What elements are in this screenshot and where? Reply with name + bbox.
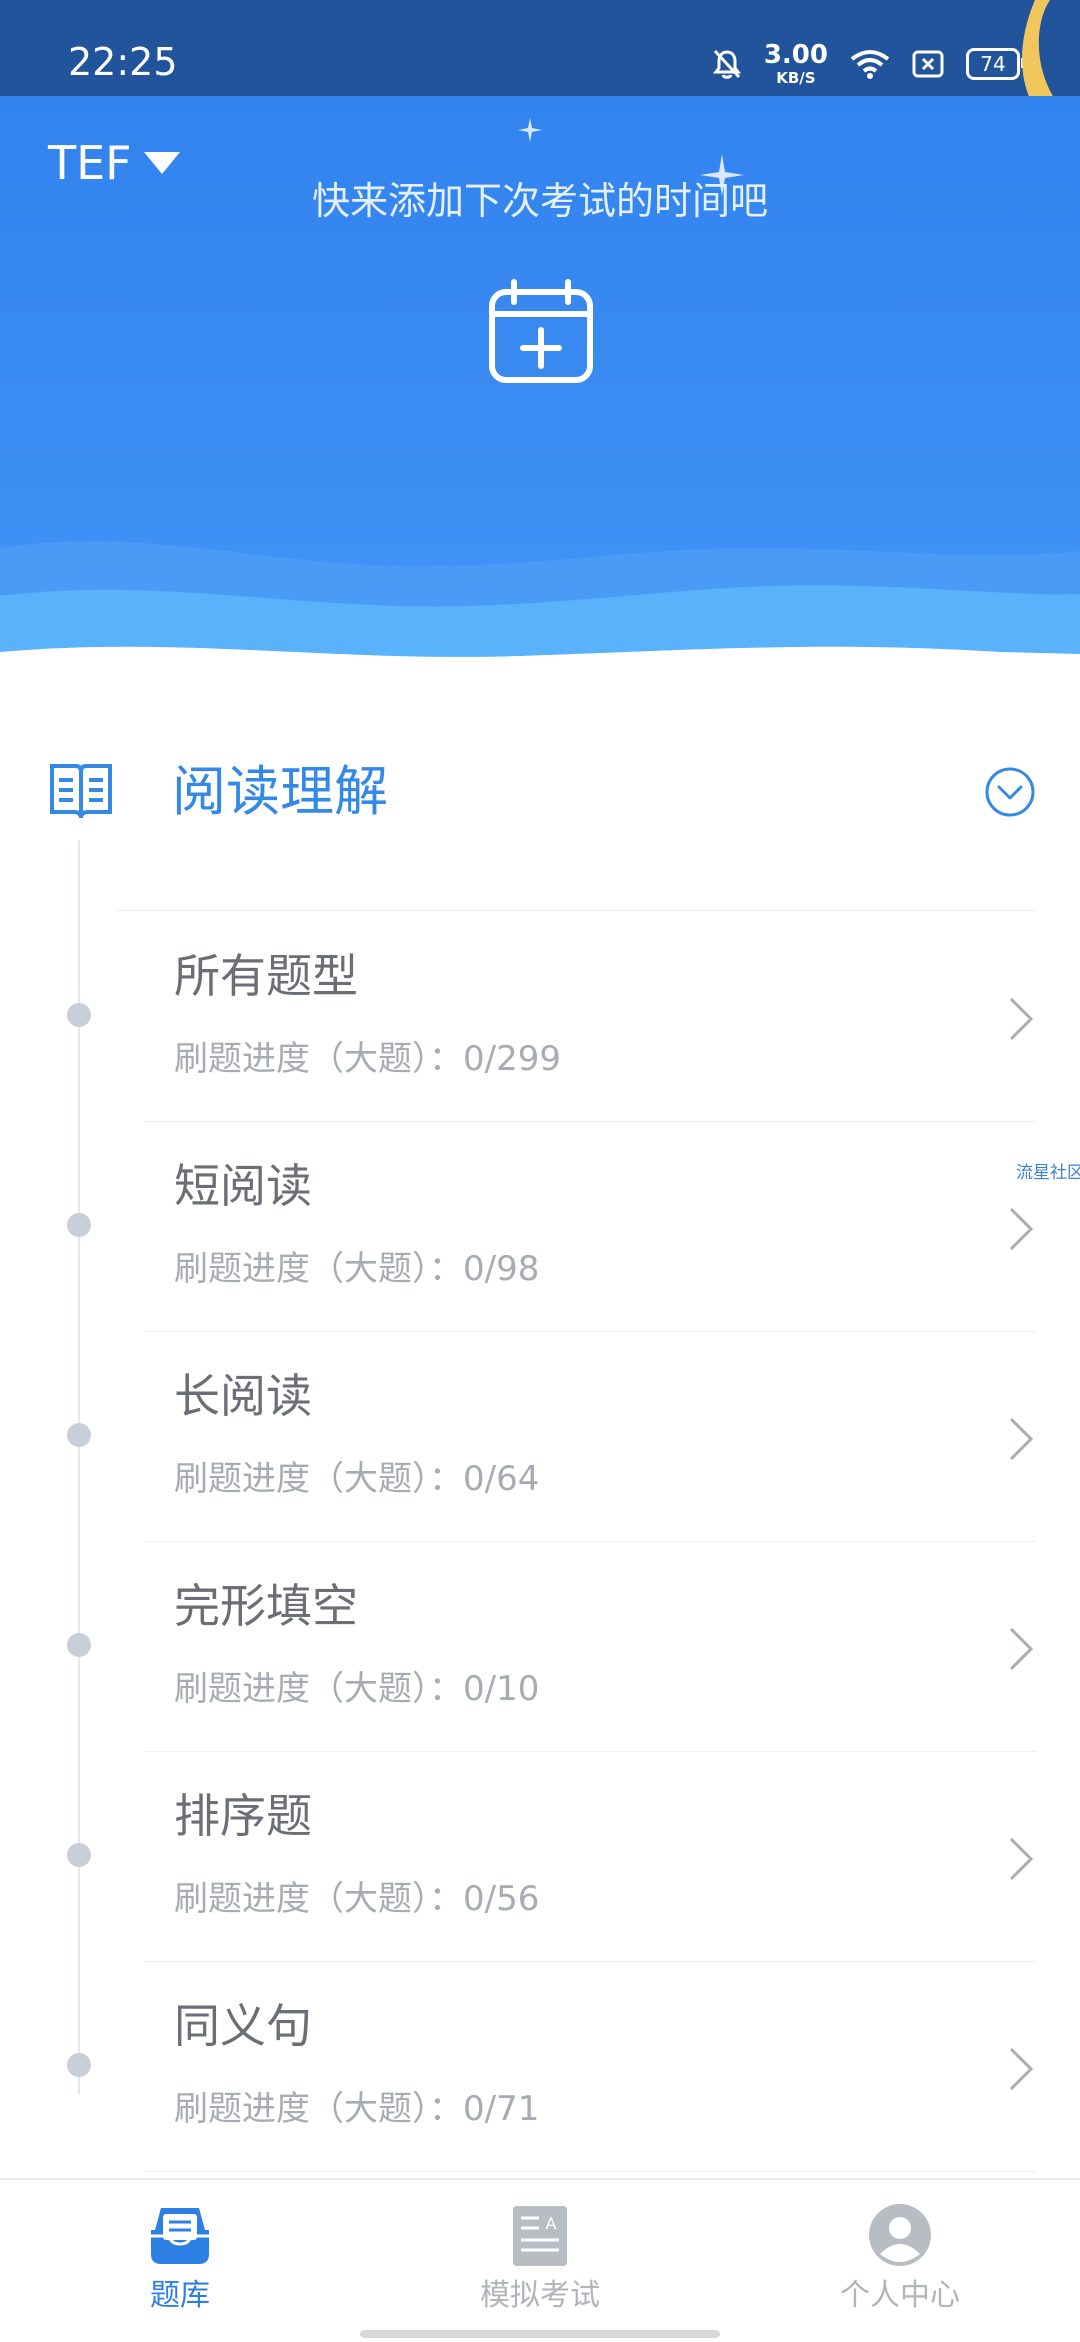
- chevron-right-icon: [1009, 2047, 1034, 2091]
- chevron-right-icon: [1009, 1207, 1034, 1251]
- category-progress: 刷题进度（大题）：0/56: [174, 1879, 540, 1919]
- nav-label: 模拟考试: [480, 2278, 600, 2313]
- book-icon: [50, 764, 112, 819]
- add-exam-prompt: 快来添加下次考试的时间吧: [311, 179, 768, 223]
- timeline-dot: [67, 1423, 91, 1447]
- calendar-plus-icon[interactable]: [486, 278, 596, 388]
- chevron-circle-down-icon[interactable]: [984, 766, 1036, 818]
- category-item-all[interactable]: 所有题型 刷题进度（大题）：0/299: [0, 912, 1080, 1122]
- chevron-right-icon: [1009, 1627, 1034, 1671]
- section-title[interactable]: 阅读理解: [172, 760, 388, 824]
- timeline-dot: [67, 1843, 91, 1867]
- nav-label: 个人中心: [840, 2278, 960, 2313]
- divider: [144, 2171, 1036, 2172]
- sim-off-icon: [912, 50, 944, 78]
- category-item-ordering[interactable]: 排序题 刷题进度（大题）：0/56: [0, 1752, 1080, 1962]
- category-title: 所有题型: [174, 949, 358, 1003]
- timeline-dot: [67, 1633, 91, 1657]
- side-watermark: 流星社区: [1016, 1163, 1080, 1183]
- category-item-short-reading[interactable]: 短阅读 刷题进度（大题）：0/98: [0, 1122, 1080, 1332]
- category-progress: 刷题进度（大题）：0/71: [174, 2089, 540, 2129]
- chevron-right-icon: [1009, 1417, 1034, 1461]
- category-item-long-reading[interactable]: 长阅读 刷题进度（大题）：0/64: [0, 1332, 1080, 1542]
- network-speed-unit: KB/S: [776, 69, 816, 87]
- mock-exam-icon: A: [513, 2206, 567, 2266]
- home-indicator[interactable]: [360, 2330, 720, 2338]
- category-title: 短阅读: [174, 1159, 312, 1213]
- timeline-dot: [67, 1003, 91, 1027]
- profile-icon: [869, 2204, 931, 2266]
- chevron-right-icon: [1009, 997, 1034, 1041]
- category-item-synonym[interactable]: 同义句 刷题进度（大题）：0/71: [0, 1962, 1080, 2172]
- category-list: 所有题型 刷题进度（大题）：0/299 短阅读 刷题进度（大题）：0/98 长阅…: [0, 912, 1080, 2172]
- timeline-dot: [67, 2053, 91, 2077]
- nav-tab-question-bank[interactable]: 题库: [60, 2202, 300, 2314]
- status-icons: 3.00 KB/S 74: [712, 34, 1025, 94]
- network-speed: 3.00 KB/S: [764, 42, 828, 86]
- question-bank-icon: [151, 2208, 209, 2264]
- category-title: 长阅读: [174, 1369, 312, 1423]
- category-progress: 刷题进度（大题）：0/10: [174, 1669, 540, 1709]
- category-progress: 刷题进度（大题）：0/299: [174, 1039, 561, 1079]
- svg-text:A: A: [546, 2214, 557, 2233]
- category-title: 完形填空: [174, 1579, 358, 1633]
- status-time: 22:25: [68, 40, 178, 84]
- category-title: 同义句: [174, 1999, 312, 2053]
- nav-tab-profile[interactable]: 个人中心: [780, 2202, 1020, 2314]
- category-progress: 刷题进度（大题）：0/64: [174, 1459, 540, 1499]
- category-item-cloze[interactable]: 完形填空 刷题进度（大题）：0/10: [0, 1542, 1080, 1752]
- status-bar: 22:25 3.00 KB/S 74: [0, 0, 1080, 140]
- battery-level: 74: [980, 52, 1006, 76]
- network-speed-value: 3.00: [763, 40, 828, 70]
- category-progress: 刷题进度（大题）：0/98: [174, 1249, 540, 1289]
- chevron-right-icon: [1009, 1837, 1034, 1881]
- section-divider: [116, 910, 1036, 911]
- wifi-icon: [850, 50, 890, 79]
- timeline-dot: [67, 1213, 91, 1237]
- category-title: 排序题: [174, 1789, 312, 1843]
- nav-label: 题库: [150, 2278, 210, 2313]
- nav-tab-mock-exam[interactable]: A 模拟考试: [420, 2202, 660, 2314]
- bell-muted-icon: [712, 49, 741, 79]
- bottom-nav: 题库 A 模拟考试 个人中心: [0, 2178, 1080, 2342]
- exam-hero-banner: TEF 快来添加下次考试的时间吧: [0, 96, 1080, 666]
